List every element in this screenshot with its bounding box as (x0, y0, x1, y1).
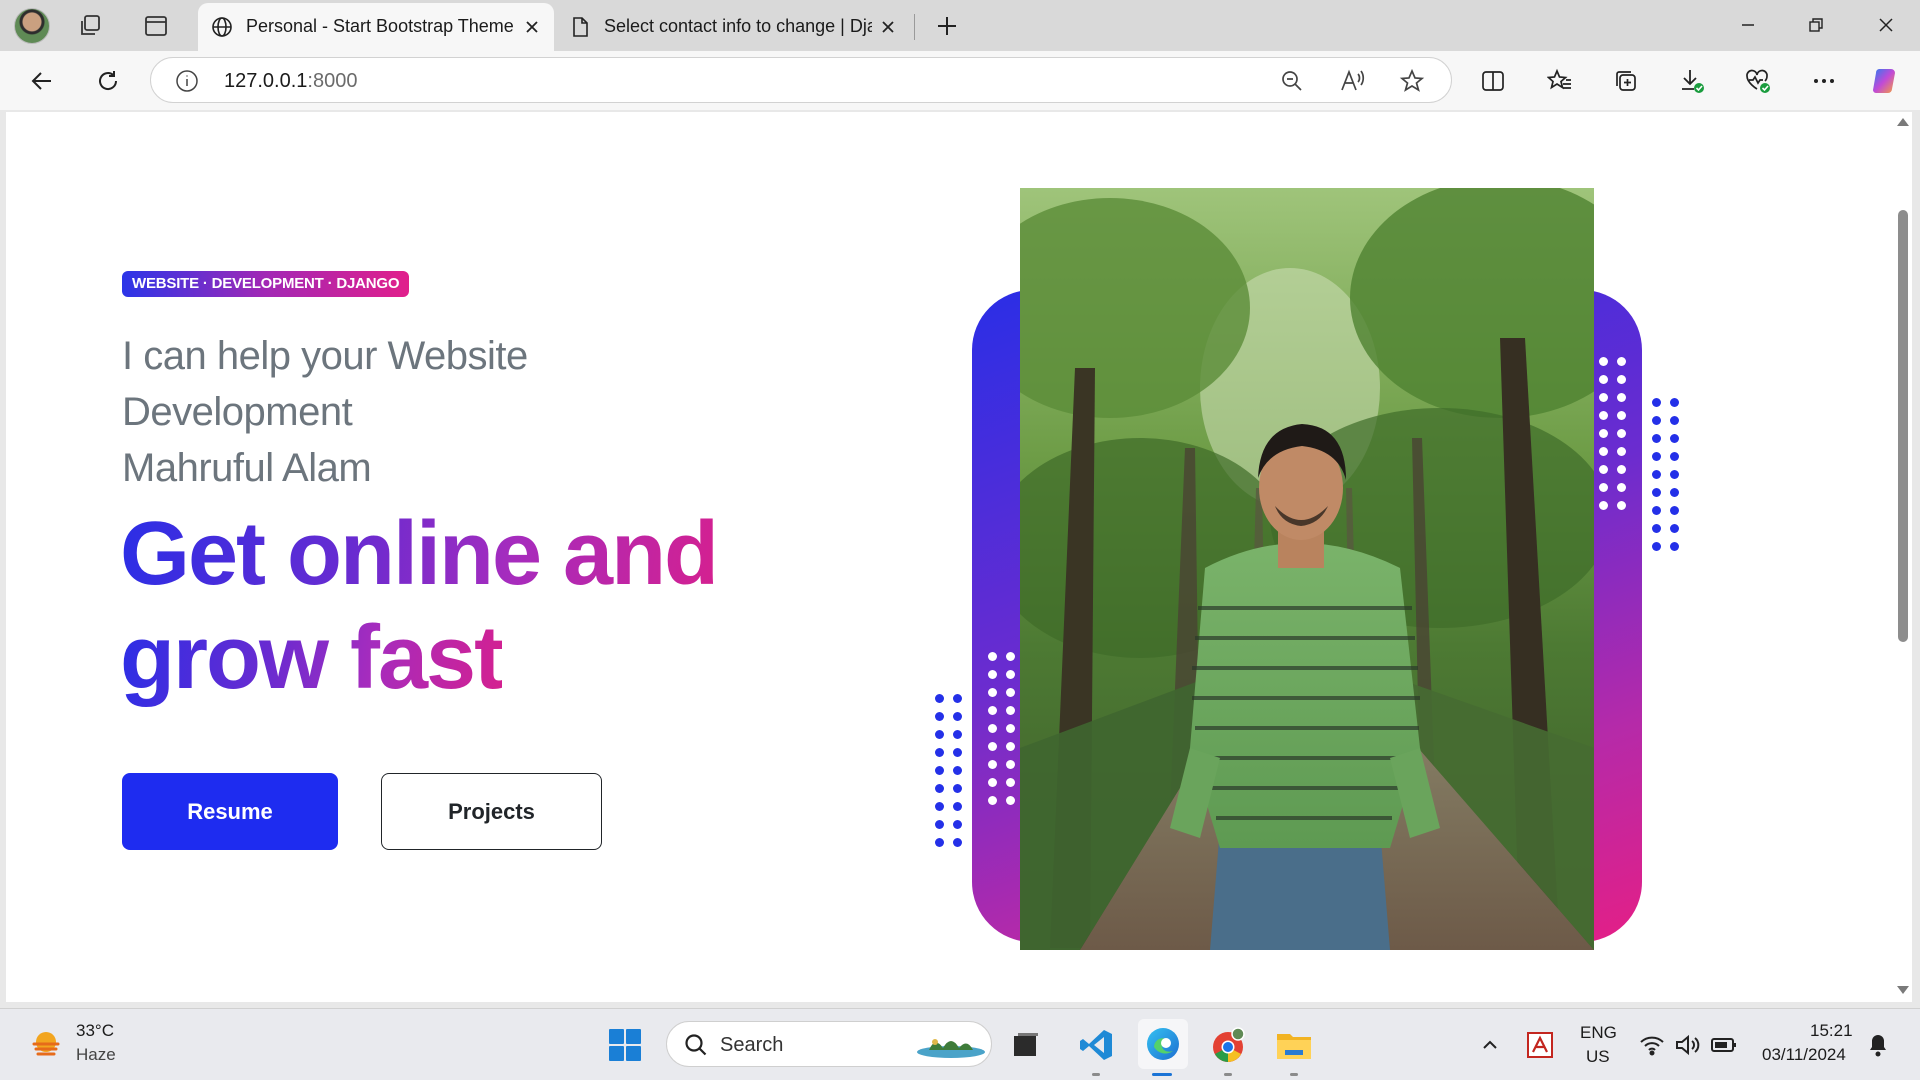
browser-essentials-icon[interactable] (1738, 61, 1778, 101)
battery-icon[interactable] (1702, 1023, 1746, 1067)
chrome-icon[interactable] (1206, 1023, 1250, 1067)
more-options-icon[interactable] (1804, 61, 1844, 101)
weather-icon[interactable] (24, 1023, 68, 1067)
windows-taskbar: 33°C Haze Search ENG US 15:21 03/11/2024 (0, 1008, 1920, 1080)
lead-line-1: I can help your Website (122, 334, 528, 378)
app-running-indicator (1290, 1073, 1298, 1076)
favorite-star-icon[interactable] (1399, 68, 1425, 99)
pdf-app-icon[interactable] (1518, 1023, 1562, 1067)
projects-button[interactable]: Projects (381, 773, 602, 850)
search-icon (683, 1032, 709, 1063)
browser-toolbar: 127.0.0.1:8000 (0, 51, 1920, 110)
back-icon[interactable] (22, 61, 62, 101)
tab-separator (914, 14, 915, 40)
app-active-indicator (1152, 1073, 1172, 1076)
close-tab-icon[interactable] (520, 15, 544, 39)
workspaces-icon[interactable] (74, 8, 110, 44)
show-hidden-icons[interactable] (1468, 1023, 1512, 1067)
url-host: 127.0.0.1 (224, 70, 308, 92)
read-aloud-icon[interactable] (1339, 68, 1365, 99)
new-tab-icon[interactable] (929, 8, 965, 44)
tab-actions-icon[interactable] (138, 8, 174, 44)
minimize-icon[interactable] (1720, 4, 1776, 46)
resume-button[interactable]: Resume (122, 773, 338, 850)
scroll-down-icon[interactable] (1897, 986, 1909, 994)
input-region[interactable]: US (1586, 1047, 1610, 1067)
app-running-indicator (1224, 1073, 1232, 1076)
url-text[interactable]: 127.0.0.1:8000 (224, 70, 357, 93)
refresh-icon[interactable] (88, 61, 128, 101)
taskbar-search[interactable]: Search (666, 1021, 992, 1067)
edge-icon[interactable] (1138, 1019, 1188, 1069)
restore-icon[interactable] (1788, 4, 1844, 46)
headline-line-1: Get online and (120, 504, 719, 604)
page-scrollbar[interactable] (1894, 112, 1912, 1002)
app-running-indicator (1092, 1073, 1100, 1076)
notification-bell-icon[interactable] (1856, 1023, 1900, 1067)
file-explorer-icon[interactable] (1272, 1023, 1316, 1067)
scroll-up-icon[interactable] (1897, 118, 1909, 126)
weather-temp: 33°C (76, 1021, 114, 1040)
input-language[interactable]: ENG (1580, 1023, 1617, 1043)
web-page: WEBSITE · DEVELOPMENT · DJANGO I can hel… (6, 112, 1894, 1002)
close-window-icon[interactable] (1858, 4, 1914, 46)
site-info-icon[interactable] (175, 69, 199, 98)
collections-icon[interactable] (1606, 61, 1646, 101)
task-view-icon[interactable] (1004, 1023, 1048, 1067)
tab-personal[interactable]: Personal - Start Bootstrap Theme (198, 3, 554, 51)
favorites-icon[interactable] (1540, 61, 1580, 101)
lead-line-2: Development (122, 390, 353, 434)
profile-avatar[interactable] (14, 8, 50, 44)
browser-tab-strip: Personal - Start Bootstrap Theme Select … (0, 0, 1920, 51)
skills-badge: WEBSITE · DEVELOPMENT · DJANGO (122, 271, 410, 297)
document-icon (568, 15, 592, 44)
downloads-icon[interactable] (1672, 61, 1712, 101)
split-screen-icon[interactable] (1473, 61, 1513, 101)
url-port: :8000 (307, 70, 358, 92)
scrollbar-thumb[interactable] (1898, 210, 1908, 642)
clock-date[interactable]: 03/11/2024 (1762, 1045, 1846, 1065)
profile-photo (1020, 188, 1594, 950)
start-icon[interactable] (603, 1023, 647, 1067)
headline-line-2: grow fast (120, 608, 504, 708)
author-name: Mahruful Alam (122, 446, 372, 490)
globe-icon (210, 15, 234, 44)
tab-contact-info[interactable]: Select contact info to change | Dja (558, 3, 910, 51)
tab-title: Select contact info to change | Dja (604, 16, 872, 36)
zoom-icon[interactable] (1279, 68, 1305, 99)
weather-condition: Haze (76, 1045, 116, 1064)
address-bar[interactable]: 127.0.0.1:8000 (150, 57, 1452, 103)
clock-time[interactable]: 15:21 (1810, 1021, 1853, 1041)
vscode-icon[interactable] (1074, 1023, 1118, 1067)
search-placeholder: Search (720, 1034, 784, 1056)
close-tab-icon[interactable] (876, 15, 900, 39)
search-highlight-icon (915, 1030, 987, 1065)
tab-title: Personal - Start Bootstrap Theme (246, 16, 514, 36)
copilot-icon[interactable] (1866, 61, 1906, 101)
